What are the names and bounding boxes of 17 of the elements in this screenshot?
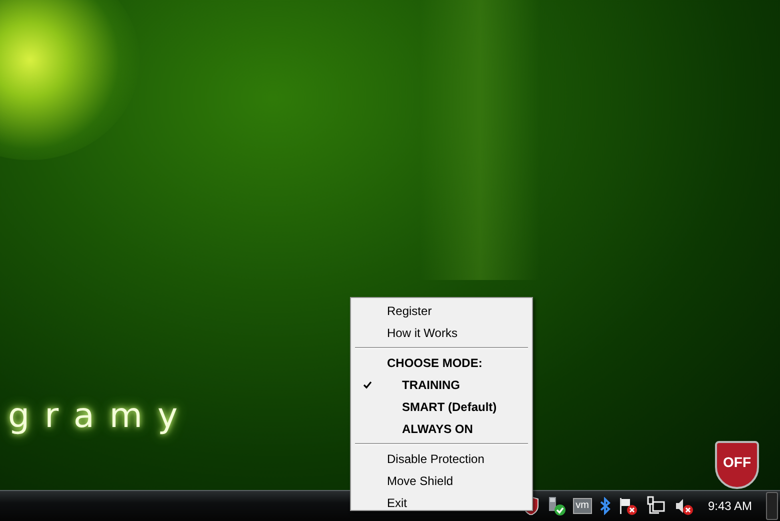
wallpaper-text: gramy: [8, 396, 193, 436]
mode-menu-item[interactable]: SMART (Default): [353, 396, 530, 418]
network-icon[interactable]: [644, 496, 667, 516]
mode-menu-item[interactable]: TRAINING: [353, 374, 530, 396]
bluetooth-icon[interactable]: [598, 497, 611, 515]
menu-item[interactable]: Disable Protection: [353, 448, 530, 470]
menu-item[interactable]: Exit: [353, 492, 530, 514]
clock[interactable]: 9:43 AM: [708, 499, 752, 513]
menu-heading: CHOOSE MODE:: [386, 355, 484, 372]
vm-icon[interactable]: vm: [572, 498, 592, 514]
shield-off-button[interactable]: OFF: [715, 441, 759, 489]
menu-item[interactable]: Register: [353, 300, 530, 322]
flag-error-icon[interactable]: [618, 496, 638, 516]
menu-item[interactable]: Move Shield: [353, 470, 530, 492]
menu-item[interactable]: How it Works: [353, 322, 530, 344]
show-desktop-button[interactable]: [766, 492, 778, 520]
mode-menu-item[interactable]: ALWAYS ON: [353, 418, 530, 440]
